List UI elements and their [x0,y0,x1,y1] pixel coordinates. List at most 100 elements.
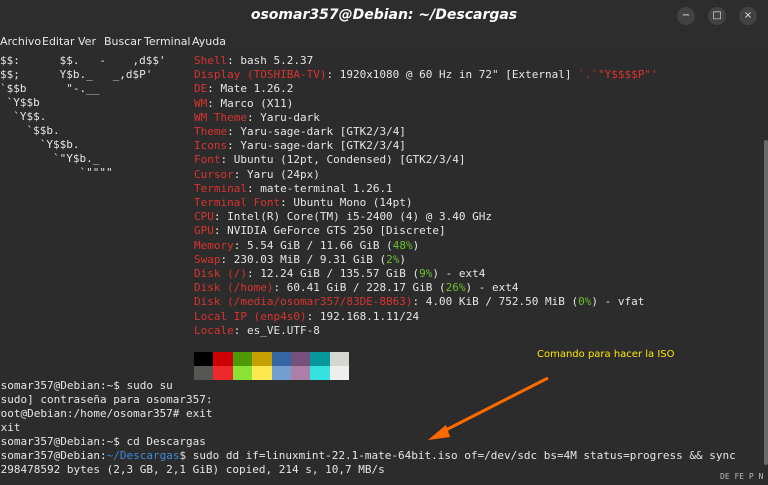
terminal-output[interactable]: $$: $$. - ,d$$' $$; Y$b._ _,d$P' `$$b "-… [0,52,768,485]
ascii-logo-line: `$$b "-.__ [0,82,99,96]
session-line: exit [0,421,21,434]
sysinfo-line: Display (TOSHIBA-TV): 1920x1080 @ 60 Hz … [194,68,658,82]
sysinfo-value: : 192.168.1.11/24 [306,309,420,323]
sysinfo-value: : Mate 1.26.2 [207,82,294,96]
ascii-logo-line: `"Y$b._ [0,152,100,165]
sysinfo-value: : Ubuntu Mono (14pt) [280,196,413,209]
prompt-user: osomar357@Debian [0,449,100,462]
prompt-sep: : [99,449,107,462]
sysinfo-extra: `.`"Y$$$$P"' [578,68,658,82]
sysinfo-line: Theme: Yaru-sage-dark [GTK2/3/4] [194,125,406,139]
sysinfo-key: Terminal Font [194,196,281,209]
sysinfo-key: CPU [194,210,214,224]
sysinfo-line: Terminal: mate-terminal 1.26.1 [194,182,393,196]
sysinfo-value: : Intel(R) Core(TM) i5-2400 (4) @ 3.40 G… [213,210,493,224]
ascii-logo-part: `$$b "-.__ [0,82,100,95]
scrollbar[interactable] [764,140,768,465]
sysinfo-line: Disk (/home): 60.41 GiB / 228.17 GiB (26… [194,281,519,295]
sysinfo-percent: 9% [419,267,433,280]
session-line: osomar357@Debian:~$ cd Descargas [0,435,206,448]
palette-swatch [194,366,214,380]
dd-output: 2298478592 bytes (2,3 GB, 2,1 GiB) copie… [0,463,385,476]
menu-ayuda[interactable]: Ayuda [192,35,226,48]
palette-swatch [232,366,253,380]
sysinfo-key: Disk (/) [194,267,247,280]
sysinfo-key: Memory [194,238,234,252]
sysinfo-line: Memory: 5.54 GiB / 11.66 GiB (48%) [194,239,419,253]
sysinfo-value: : 1920x1080 @ 60 Hz in 72" [External] [326,68,579,82]
sysinfo-key: WM Theme [194,110,247,124]
sysinfo-key: Disk (/home) [194,281,274,295]
sysinfo-line: DE: Mate 1.26.2 [194,82,293,96]
ascii-logo-line: `Y$$. [0,110,47,123]
sysinfo-percent: 2% [386,252,400,266]
sysinfo-line: Swap: 230.03 MiB / 9.31 GiB (2%) [194,253,406,267]
sysinfo-tail: ) [399,252,406,266]
sysinfo-key: DE [194,82,208,96]
sysinfo-value: : Yaru-sage-dark [GTK2/3/4] [227,125,406,138]
minimize-button[interactable]: − [677,7,695,25]
sysinfo-tail: ) - ext4 [465,281,519,295]
sysinfo-value: : NVIDIA GeForce GTS 250 [Discrete] [213,224,446,238]
sysinfo-line: GPU: NVIDIA GeForce GTS 250 [Discrete] [194,224,446,238]
ascii-logo-line: `Y$$b. [0,138,80,151]
sysinfo-key: Theme [194,125,228,138]
menu-bar: Archivo Editar Ver Buscar Terminal Ayuda [0,32,768,52]
palette-swatch [329,366,349,380]
sysinfo-key: WM [194,96,208,110]
sysinfo-line: Icons: Yaru-sage-dark [GTK2/3/4] [194,139,406,153]
session-line: osomar357@Debian:~$ sudo su [0,379,173,392]
sysinfo-line: Local IP (enp4s0): 192.168.1.11/24 [194,310,419,324]
session-line: root@Debian:/home/osomar357# exit [0,407,213,420]
menu-buscar[interactable]: Buscar [104,35,142,48]
sysinfo-key: Terminal [194,181,247,195]
palette-swatch [310,352,330,366]
sysinfo-value: : 60.41 GiB / 228.17 GiB ( [273,281,446,295]
sysinfo-value: : Yaru (24px) [233,167,320,181]
menu-ver[interactable]: Ver [78,35,96,48]
ascii-logo-part: $$; Y$b._ _,d$P' [0,68,153,81]
palette-swatch [310,366,330,380]
sysinfo-line: Disk (/): 12.24 GiB / 135.57 GiB (9%) - … [194,267,485,281]
close-button[interactable]: × [739,7,757,25]
sysinfo-key: Locale [194,323,234,337]
sysinfo-percent: 0% [578,295,592,309]
sysinfo-key: Swap [194,252,221,266]
sysinfo-line: Shell: bash 5.2.37 [194,54,313,68]
sysinfo-value: : 5.54 GiB / 11.66 GiB ( [233,238,393,252]
menu-terminal[interactable]: Terminal [144,35,191,48]
palette-swatch [252,352,272,366]
sysinfo-key: Cursor [194,167,234,181]
palette-swatch [232,352,253,366]
sysinfo-value: : Yaru-dark [246,110,320,124]
sysinfo-value: : Yaru-sage-dark [GTK2/3/4] [227,139,406,153]
title-bar: osomar357@Debian: ~/Descargas − □ × [0,0,768,32]
palette-swatch [252,366,272,380]
command-text: sudo dd if=linuxmint-22.1-mate-64bit.iso… [192,449,736,462]
sysinfo-line: WM: Marco (X11) [194,97,293,111]
ascii-logo-line: $$: $$. - ,d$$' [0,54,166,67]
sysinfo-key: Display (TOSHIBA-TV) [194,68,327,82]
sysinfo-value: : 12.24 GiB / 135.57 GiB ( [246,267,420,280]
palette-swatch [213,366,233,380]
ascii-logo-line: `"""" [0,166,113,179]
sysinfo-line: Locale: es_VE.UTF-8 [194,324,320,338]
palette-swatch [194,352,214,366]
prompt-end: $ [179,449,193,462]
sysinfo-percent: 48% [392,238,413,252]
sysinfo-percent: 26% [445,281,466,295]
maximize-button[interactable]: □ [708,7,726,25]
color-palette-row-1 [194,352,349,366]
sysinfo-key: Local IP (enp4s0) [194,309,307,323]
sysinfo-line: Terminal Font: Ubuntu Mono (14pt) [194,196,413,210]
sysinfo-line: Disk (/media/osomar357/83DE-8B63): 4.00 … [194,295,644,309]
annotation-label: Comando para hacer la ISO [537,349,675,360]
sysinfo-key: Font [194,153,221,167]
session-line: [sudo] contraseña para osomar357: [0,393,213,406]
palette-swatch [213,352,233,366]
command-line: osomar357@Debian:~/Descargas$ sudo dd if… [0,449,736,463]
palette-swatch [271,352,291,366]
menu-editar[interactable]: Editar [42,35,75,48]
menu-archivo[interactable]: Archivo [0,35,41,48]
palette-swatch [329,352,349,366]
